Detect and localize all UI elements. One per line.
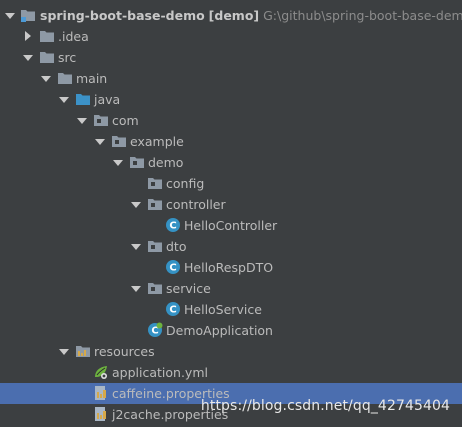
- tree-item-label: HelloController: [184, 218, 278, 233]
- tree-row-com[interactable]: com: [0, 110, 462, 131]
- folder-icon: [57, 70, 73, 86]
- tree-item-label: dto: [166, 239, 187, 254]
- tree-row-project-root[interactable]: spring-boot-base-demo [demo] G:\github\s…: [0, 5, 462, 26]
- tree-row-hello-service[interactable]: C HelloService: [0, 299, 462, 320]
- tree-item-label: example: [130, 134, 184, 149]
- tree-row-config[interactable]: config: [0, 173, 462, 194]
- project-tree: spring-boot-base-demo [demo] G:\github\s…: [0, 0, 462, 427]
- folder-icon: [39, 49, 55, 65]
- tree-item-label: HelloRespDTO: [184, 260, 274, 275]
- expand-arrow-icon[interactable]: [40, 68, 52, 89]
- properties-file-icon: [93, 385, 109, 401]
- tree-item-label: config: [166, 176, 205, 191]
- tree-row-idea[interactable]: .idea: [0, 26, 462, 47]
- svg-text:C: C: [169, 221, 176, 232]
- tree-item-label: HelloService: [184, 302, 262, 317]
- collapse-arrow-icon[interactable]: [22, 26, 34, 47]
- package-icon: [111, 133, 127, 149]
- package-icon: [147, 196, 163, 212]
- expand-arrow-icon[interactable]: [4, 5, 16, 26]
- java-class-icon: C: [165, 259, 181, 275]
- tree-item-label: main: [76, 71, 108, 86]
- tree-row-hello-resp-dto[interactable]: C HelloRespDTO: [0, 257, 462, 278]
- tree-item-label: resources: [94, 344, 155, 359]
- properties-file-icon: [93, 406, 109, 422]
- tree-item-label: service: [166, 281, 211, 296]
- package-icon: [147, 175, 163, 191]
- watermark-text: https://blog.csdn.net/qq_42745404: [200, 398, 450, 414]
- expand-arrow-icon[interactable]: [130, 278, 142, 299]
- java-class-icon: C: [165, 301, 181, 317]
- tree-row-service[interactable]: service: [0, 278, 462, 299]
- tree-item-label: controller: [166, 197, 226, 212]
- expand-arrow-icon[interactable]: [94, 131, 106, 152]
- tree-row-java[interactable]: java: [0, 89, 462, 110]
- expand-arrow-icon[interactable]: [76, 110, 88, 131]
- tree-item-label: demo: [148, 155, 184, 170]
- spring-boot-class-icon: C: [147, 322, 163, 338]
- source-folder-icon: [75, 91, 91, 107]
- project-name: spring-boot-base-demo: [40, 8, 205, 23]
- tree-row-resources[interactable]: resources: [0, 341, 462, 362]
- module-tag: [demo]: [208, 8, 260, 23]
- tree-item-label: DemoApplication: [166, 323, 273, 338]
- tree-row-main[interactable]: main: [0, 68, 462, 89]
- folder-icon: [39, 28, 55, 44]
- tree-item-label: java: [94, 92, 121, 107]
- tree-item-label: src: [58, 50, 77, 65]
- package-icon: [93, 112, 109, 128]
- package-icon: [129, 154, 145, 170]
- tree-row-controller[interactable]: controller: [0, 194, 462, 215]
- expand-arrow-icon[interactable]: [130, 236, 142, 257]
- tree-row-demo-application[interactable]: C DemoApplication: [0, 320, 462, 341]
- java-class-icon: C: [165, 217, 181, 233]
- expand-arrow-icon[interactable]: [130, 194, 142, 215]
- svg-text:C: C: [169, 263, 176, 274]
- tree-row-demo[interactable]: demo: [0, 152, 462, 173]
- project-path: G:\github\spring-boot-base-demo: [263, 8, 462, 23]
- tree-row-src[interactable]: src: [0, 47, 462, 68]
- tree-row-application-yml[interactable]: application.yml: [0, 362, 462, 383]
- svg-text:C: C: [169, 305, 176, 316]
- tree-row-dto[interactable]: dto: [0, 236, 462, 257]
- resources-folder-icon: [75, 343, 91, 359]
- module-folder-icon: [20, 7, 36, 23]
- package-icon: [147, 238, 163, 254]
- expand-arrow-icon[interactable]: [58, 341, 70, 362]
- expand-arrow-icon[interactable]: [22, 47, 34, 68]
- tree-item-label: application.yml: [112, 365, 208, 380]
- expand-arrow-icon[interactable]: [112, 152, 124, 173]
- tree-row-hello-controller[interactable]: C HelloController: [0, 215, 462, 236]
- expand-arrow-icon[interactable]: [58, 89, 70, 110]
- tree-item-label: .idea: [58, 29, 89, 44]
- tree-row-example[interactable]: example: [0, 131, 462, 152]
- spring-config-file-icon: [93, 364, 109, 380]
- project-root-label: spring-boot-base-demo [demo] G:\github\s…: [40, 5, 462, 26]
- package-icon: [147, 280, 163, 296]
- tree-item-label: com: [112, 113, 139, 128]
